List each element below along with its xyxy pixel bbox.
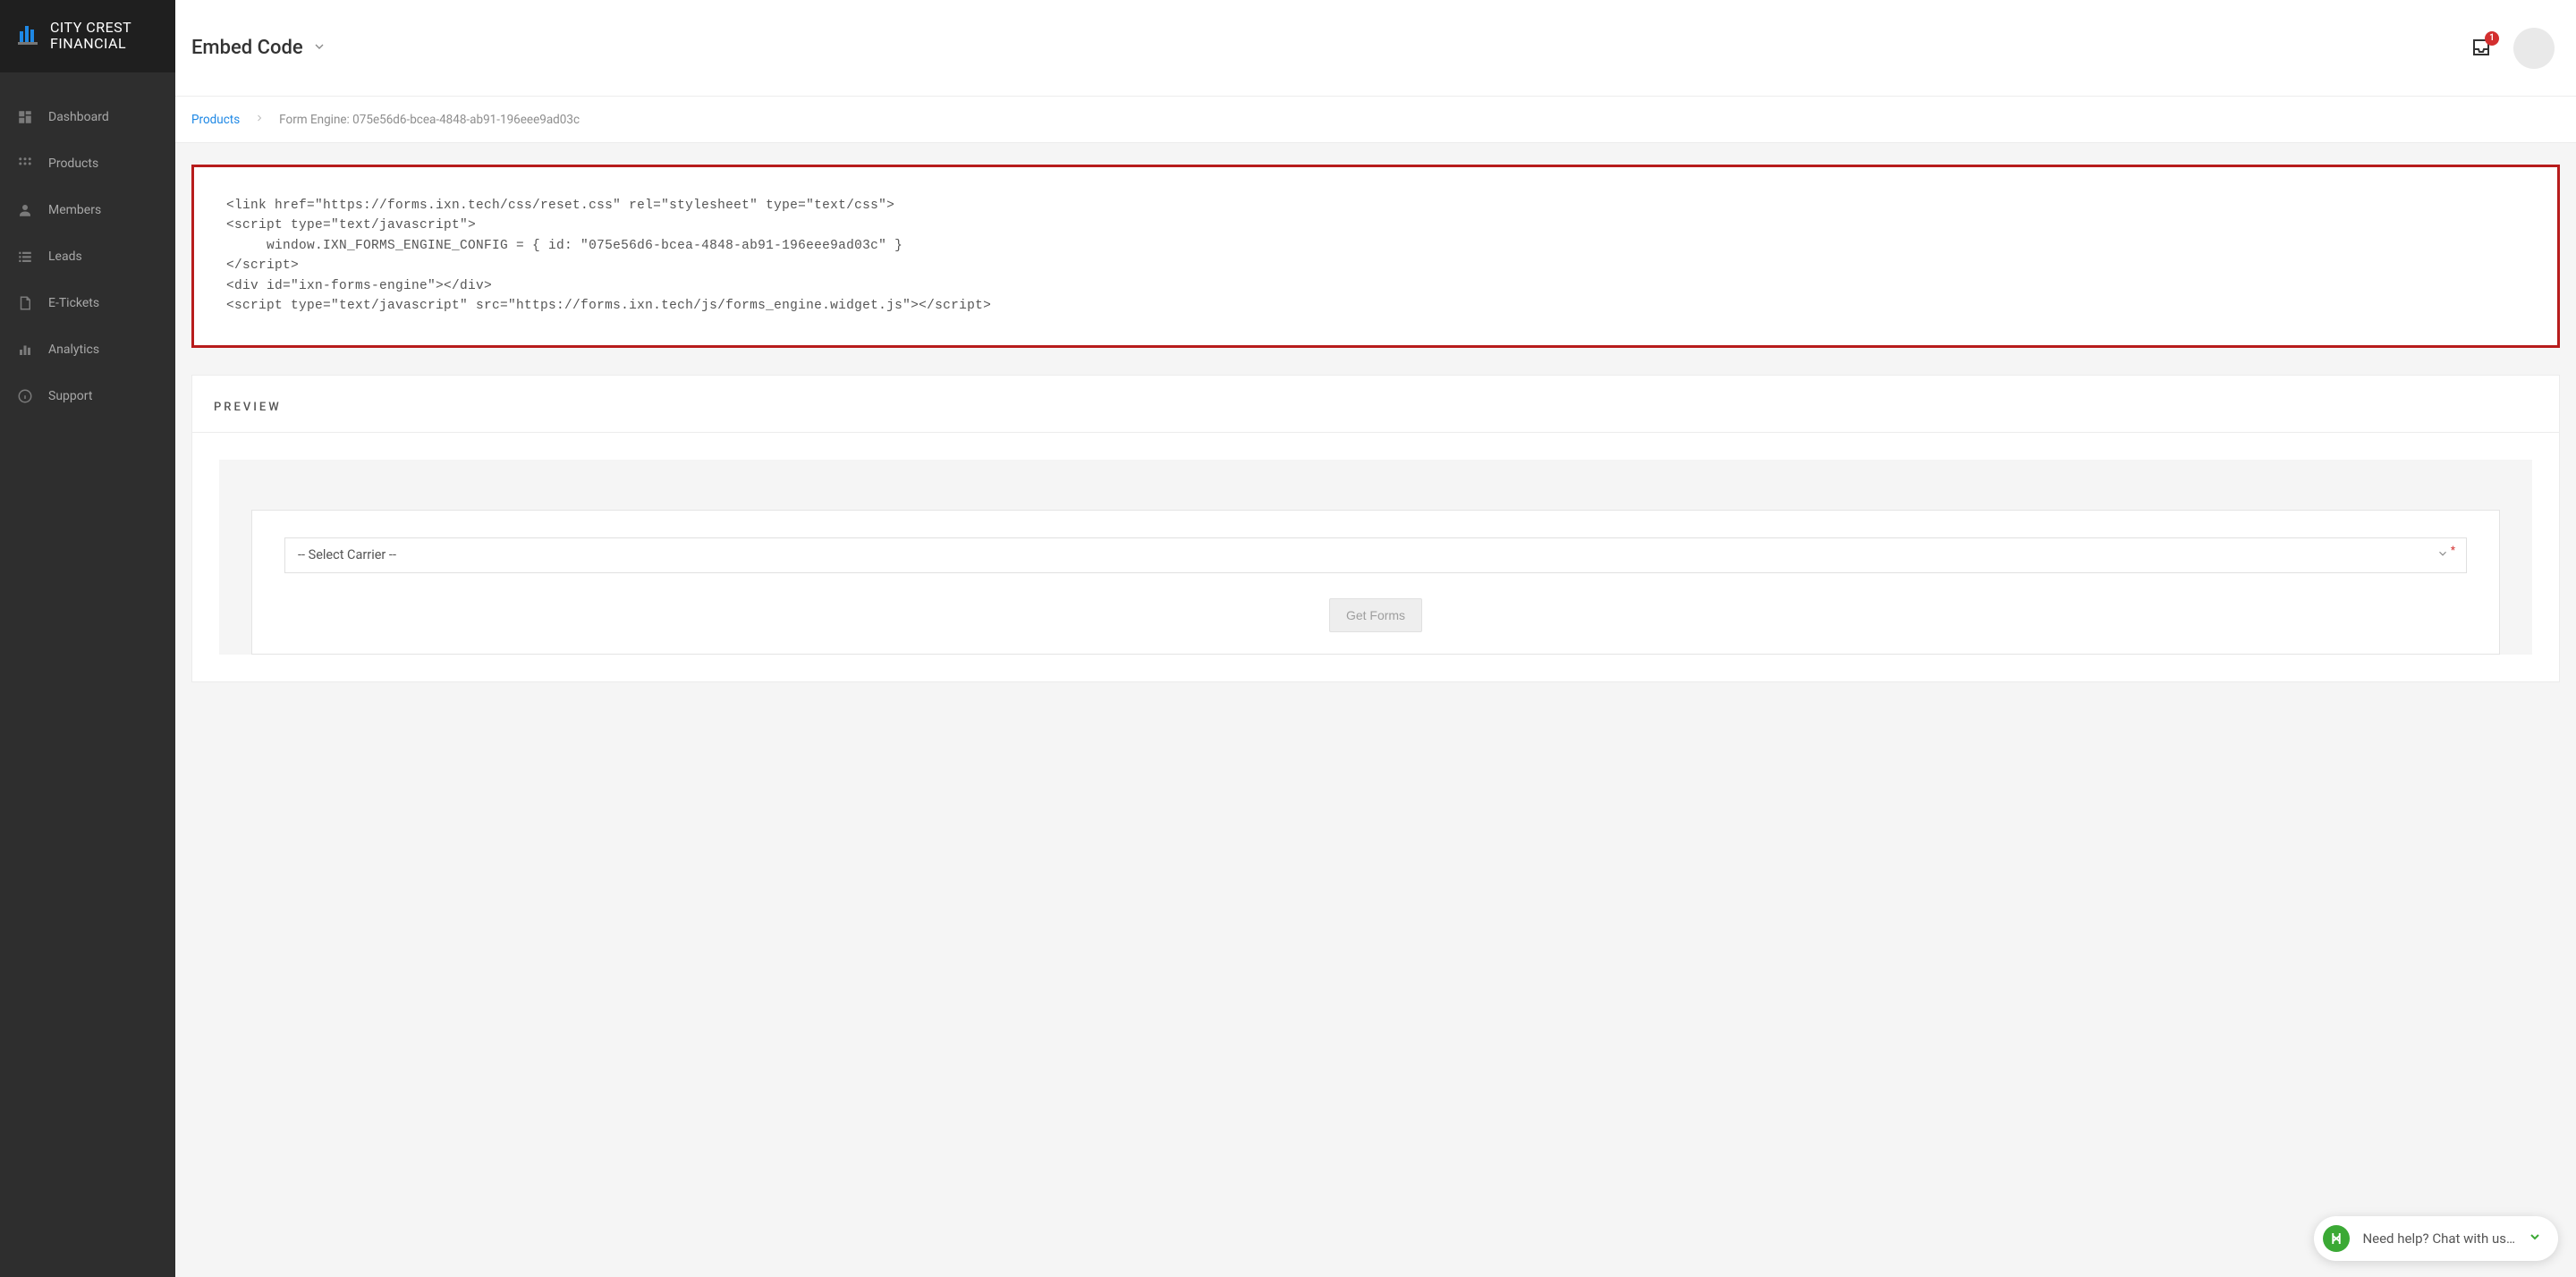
sidebar-item-label: Products [48,156,98,171]
carrier-select-value: -- Select Carrier -- [298,547,2436,562]
breadcrumb-root[interactable]: Products [191,113,240,127]
chevron-down-icon [2436,547,2449,563]
chat-widget[interactable]: Need help? Chat with us… [2314,1216,2558,1261]
grid-icon [16,155,34,173]
breadcrumb-current: Form Engine: 075e56d6-bcea-4848-ab91-196… [279,113,580,127]
top-header: Embed Code 1 [175,0,2576,97]
sidebar-item-label: Dashboard [48,110,109,124]
preview-body: -- Select Carrier -- * Get Forms [219,460,2532,655]
page-title-dropdown[interactable]: Embed Code [191,37,326,59]
sidebar-item-support[interactable]: Support [0,373,175,419]
code-line: <div id="ixn-forms-engine"></div> [226,279,492,293]
sidebar-item-label: Members [48,203,101,217]
chevron-down-icon [2528,1230,2542,1247]
code-line: <script type="text/javascript" src="http… [226,299,991,313]
notifications-badge: 1 [2485,31,2499,46]
code-line: <link href="https://forms.ixn.tech/css/r… [226,199,894,213]
sidebar-nav: Dashboard Products Members Leads E-Ticke… [0,72,175,419]
sidebar-item-analytics[interactable]: Analytics [0,326,175,373]
sidebar-item-members[interactable]: Members [0,187,175,233]
page-title: Embed Code [191,37,303,59]
breadcrumb: Products Form Engine: 075e56d6-bcea-4848… [175,97,2576,143]
notifications-button[interactable]: 1 [2470,37,2494,60]
sidebar-item-leads[interactable]: Leads [0,233,175,280]
brand-logo-icon [14,22,41,49]
code-line: </script> [226,258,299,273]
dashboard-icon [16,108,34,126]
chat-logo-icon [2323,1225,2350,1252]
sidebar-item-products[interactable]: Products [0,140,175,187]
chat-text: Need help? Chat with us… [2362,1230,2515,1247]
required-asterisk: * [2451,544,2455,556]
main-column: Embed Code 1 Products Form Engine: 075e5… [175,0,2576,1277]
brand-block[interactable]: CITY CREST FINANCIAL [0,0,175,72]
sidebar-item-etickets[interactable]: E-Tickets [0,280,175,326]
carrier-select[interactable]: -- Select Carrier -- * [284,537,2467,573]
info-icon [16,387,34,405]
preview-card: PREVIEW -- Select Carrier -- * Get Forms [191,375,2560,682]
user-avatar[interactable] [2513,28,2555,69]
sidebar-item-label: Analytics [48,343,99,357]
preview-heading: PREVIEW [192,376,2559,433]
sidebar: CITY CREST FINANCIAL Dashboard Products … [0,0,175,1277]
sidebar-item-label: Leads [48,249,82,264]
file-icon [16,294,34,312]
chevron-right-icon [254,113,265,127]
code-line: <script type="text/javascript"> [226,218,476,233]
person-icon [16,201,34,219]
sidebar-item-label: Support [48,389,92,403]
bars-icon [16,341,34,359]
list-icon [16,248,34,266]
content-area: <link href="https://forms.ixn.tech/css/r… [175,143,2576,718]
sidebar-item-dashboard[interactable]: Dashboard [0,94,175,140]
sidebar-item-label: E-Tickets [48,296,99,310]
brand-name: CITY CREST FINANCIAL [50,20,131,53]
get-forms-button[interactable]: Get Forms [1329,598,1422,632]
code-line: window.IXN_FORMS_ENGINE_CONFIG = { id: "… [226,239,902,253]
form-panel: -- Select Carrier -- * Get Forms [251,510,2500,655]
embed-code-block[interactable]: <link href="https://forms.ixn.tech/css/r… [191,165,2560,348]
chevron-down-icon [312,39,326,57]
